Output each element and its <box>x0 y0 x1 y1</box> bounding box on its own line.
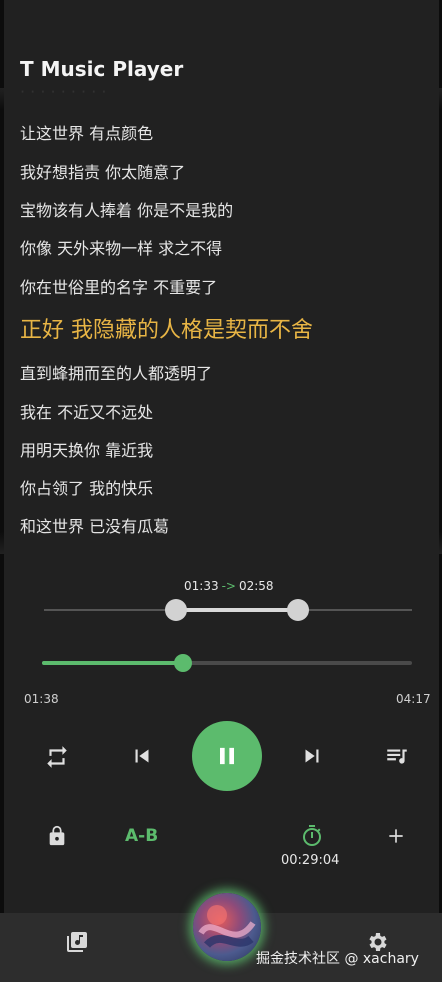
lyric-line-active[interactable]: 正好 我隐藏的人格是契而不舍 <box>20 312 313 344</box>
progress-fill <box>42 661 183 665</box>
lyrics-panel[interactable]: · · · · · · · · · 让这世界 有点颜色 我好想指责 你太随意了 … <box>0 88 442 554</box>
ab-start-handle[interactable] <box>165 599 187 621</box>
skip-next-icon <box>305 749 319 763</box>
lyrics-fade-bottom <box>0 532 442 554</box>
ab-start-time: 01:33 <box>184 579 219 593</box>
lock-icon <box>49 825 65 846</box>
sleep-timer-value: 00:29:04 <box>281 853 340 868</box>
lyric-line[interactable]: 宝物该有人捧着 你是不是我的 <box>20 197 233 221</box>
pause-button[interactable] <box>192 721 262 791</box>
album-cover-image <box>198 905 256 949</box>
current-time: 01:38 <box>24 692 59 706</box>
library-tab[interactable] <box>64 929 90 955</box>
ab-range-label: 01:33 -> 02:58 <box>184 579 274 593</box>
lock-button[interactable] <box>44 822 70 850</box>
lyric-line[interactable]: 你在世俗里的名字 不重要了 <box>20 274 217 298</box>
lyrics-fade-top <box>0 88 442 110</box>
ab-repeat-toggle[interactable]: A-B <box>125 826 158 846</box>
lyric-line[interactable]: 用明天换你 靠近我 <box>20 437 153 461</box>
lyric-line[interactable]: 你占领了 我的快乐 <box>20 475 153 499</box>
lyric-line[interactable]: 我好想指责 你太随意了 <box>20 159 185 183</box>
lyric-line[interactable]: 我在 不近又不远处 <box>20 399 153 423</box>
playlist-icon <box>387 749 407 764</box>
repeat-icon <box>47 746 67 768</box>
lyric-line[interactable]: 直到蜂拥而至的人都透明了 <box>20 360 212 384</box>
ab-range-selected <box>176 608 298 612</box>
sleep-timer-button[interactable] <box>299 822 325 850</box>
repeat-button[interactable] <box>42 742 72 772</box>
total-time: 04:17 <box>396 692 431 706</box>
previous-button[interactable] <box>127 741 157 771</box>
progress-track[interactable] <box>42 654 412 672</box>
ab-end-time: 02:58 <box>238 579 274 593</box>
add-button[interactable] <box>385 825 407 847</box>
timer-icon <box>303 825 321 846</box>
lyric-line[interactable]: 让这世界 有点颜色 <box>20 120 153 144</box>
ab-end-handle[interactable] <box>287 599 309 621</box>
pause-icon <box>220 747 234 765</box>
progress-thumb[interactable] <box>173 654 192 672</box>
app-title: T Music Player <box>20 57 184 81</box>
watermark: 掘金技术社区 @ xachary <box>256 951 419 967</box>
plus-icon <box>389 829 403 843</box>
ab-arrow: -> <box>221 579 236 593</box>
skip-previous-icon <box>135 749 149 763</box>
music-library-icon <box>67 932 87 952</box>
next-button[interactable] <box>297 741 327 771</box>
lyric-line[interactable]: 你像 天外来物一样 求之不得 <box>20 235 222 259</box>
album-art-button[interactable] <box>193 893 261 961</box>
queue-button[interactable] <box>382 741 412 771</box>
